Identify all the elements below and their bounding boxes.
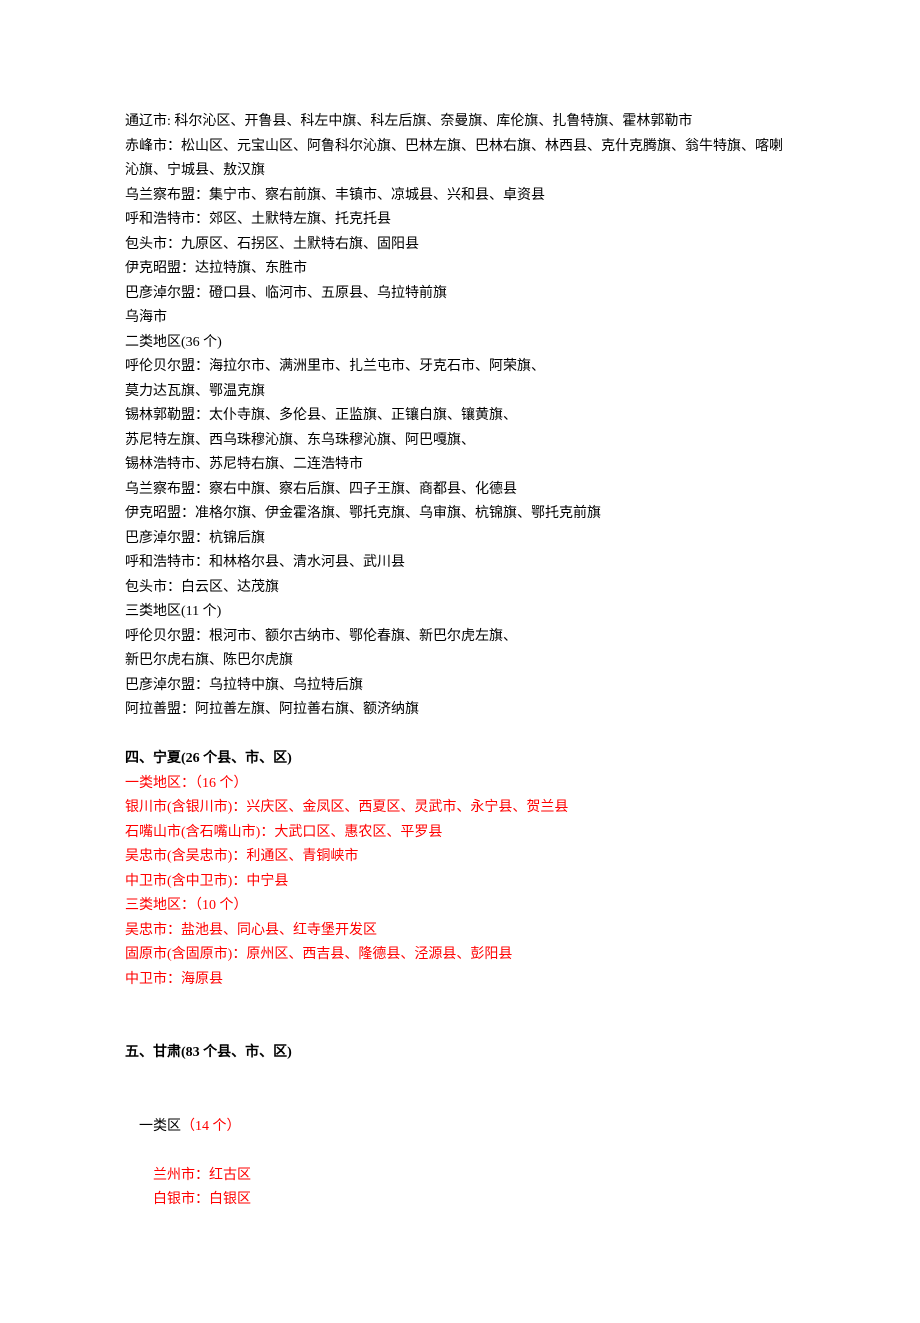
paragraph: 锡林郭勒盟：太仆寺旗、多伦县、正监旗、正镶白旗、镶黄旗、 bbox=[125, 404, 795, 429]
paragraph: 吴忠市：盐池县、同心县、红寺堡开发区 bbox=[125, 919, 795, 944]
paragraph: 二类地区(36 个) bbox=[125, 331, 795, 356]
paragraph: 呼伦贝尔盟：根河市、额尔古纳市、鄂伦春旗、新巴尔虎左旗、 bbox=[125, 625, 795, 650]
section-heading-gansu: 五、甘肃(83 个县、市、区) bbox=[125, 1041, 795, 1066]
paragraph: 乌海市 bbox=[125, 306, 795, 331]
paragraph: 吴忠市(含吴忠市)：利通区、青铜峡市 bbox=[125, 845, 795, 870]
paragraph: 通辽市: 科尔沁区、开鲁县、科左中旗、科左后旗、奈曼旗、库伦旗、扎鲁特旗、霍林郭… bbox=[125, 110, 795, 135]
paragraph: 石嘴山市(含石嘴山市)：大武口区、惠农区、平罗县 bbox=[125, 821, 795, 846]
paragraph: 阿拉善盟：阿拉善左旗、阿拉善右旗、额济纳旗 bbox=[125, 698, 795, 723]
paragraph: 三类地区(11 个) bbox=[125, 600, 795, 625]
paragraph: 莫力达瓦旗、鄂温克旗 bbox=[125, 380, 795, 405]
paragraph: 一类地区：（16 个） bbox=[125, 772, 795, 797]
paragraph: 苏尼特左旗、西乌珠穆沁旗、东乌珠穆沁旗、阿巴嘎旗、 bbox=[125, 429, 795, 454]
paragraph: 伊克昭盟：达拉特旗、东胜市 bbox=[125, 257, 795, 282]
paragraph: 赤峰市：松山区、元宝山区、阿鲁科尔沁旗、巴林左旗、巴林右旗、林西县、克什克腾旗、… bbox=[125, 135, 795, 184]
label-prefix: 一类区 bbox=[139, 1119, 181, 1134]
blank-line bbox=[125, 723, 795, 748]
list-item: 兰州市：红古区 bbox=[125, 1164, 795, 1189]
label-suffix: （14 个） bbox=[181, 1119, 241, 1134]
paragraph: 新巴尔虎右旗、陈巴尔虎旗 bbox=[125, 649, 795, 674]
paragraph: 乌兰察布盟：集宁市、察右前旗、丰镇市、凉城县、兴和县、卓资县 bbox=[125, 184, 795, 209]
paragraph: 巴彦淖尔盟：杭锦后旗 bbox=[125, 527, 795, 552]
category-label: 一类区（14 个） bbox=[125, 1090, 795, 1164]
paragraph: 锡林浩特市、苏尼特右旗、二连浩特市 bbox=[125, 453, 795, 478]
paragraph: 中卫市(含中卫市)：中宁县 bbox=[125, 870, 795, 895]
paragraph: 呼和浩特市：郊区、土默特左旗、托克托县 bbox=[125, 208, 795, 233]
paragraph: 三类地区：（10 个） bbox=[125, 894, 795, 919]
blank-line bbox=[125, 992, 795, 1017]
blank-line bbox=[125, 1017, 795, 1042]
paragraph: 伊克昭盟：准格尔旗、伊金霍洛旗、鄂托克旗、乌审旗、杭锦旗、鄂托克前旗 bbox=[125, 502, 795, 527]
paragraph: 固原市(含固原市)：原州区、西吉县、隆德县、泾源县、彭阳县 bbox=[125, 943, 795, 968]
paragraph: 包头市：九原区、石拐区、土默特右旗、固阳县 bbox=[125, 233, 795, 258]
paragraph: 呼伦贝尔盟：海拉尔市、满洲里市、扎兰屯市、牙克石市、阿荣旗、 bbox=[125, 355, 795, 380]
list-item: 白银市：白银区 bbox=[125, 1188, 795, 1213]
paragraph: 呼和浩特市：和林格尔县、清水河县、武川县 bbox=[125, 551, 795, 576]
paragraph: 乌兰察布盟：察右中旗、察右后旗、四子王旗、商都县、化德县 bbox=[125, 478, 795, 503]
paragraph: 巴彦淖尔盟：乌拉特中旗、乌拉特后旗 bbox=[125, 674, 795, 699]
blank-line bbox=[125, 1066, 795, 1091]
paragraph: 银川市(含银川市)：兴庆区、金凤区、西夏区、灵武市、永宁县、贺兰县 bbox=[125, 796, 795, 821]
document-page: 通辽市: 科尔沁区、开鲁县、科左中旗、科左后旗、奈曼旗、库伦旗、扎鲁特旗、霍林郭… bbox=[0, 0, 920, 1323]
paragraph: 中卫市：海原县 bbox=[125, 968, 795, 993]
paragraph: 包头市：白云区、达茂旗 bbox=[125, 576, 795, 601]
paragraph: 巴彦淖尔盟：磴口县、临河市、五原县、乌拉特前旗 bbox=[125, 282, 795, 307]
section-heading-ningxia: 四、宁夏(26 个县、市、区) bbox=[125, 747, 795, 772]
